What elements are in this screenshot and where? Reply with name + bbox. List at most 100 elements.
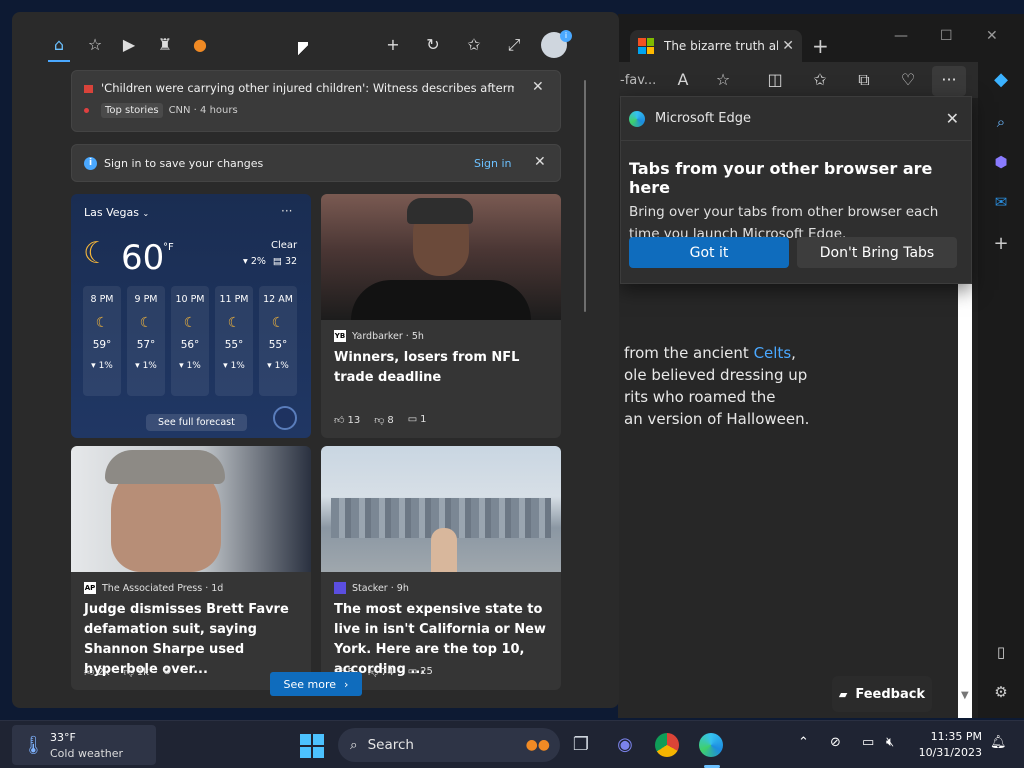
split-screen-icon[interactable]: ◫ [765,70,785,90]
dislike-button[interactable]: 👎︎ 8 [374,414,394,426]
moon-icon: ☾ [183,315,197,331]
associated-press-logo-icon: AP [84,582,96,594]
droplet-icon: ▾ [267,361,272,371]
news-card[interactable]: Stacker · 9h The most expensive state to… [321,446,561,690]
taskbar-search[interactable]: ⌕ Search ●● [338,728,560,762]
sports-icon[interactable]: ♜ [154,34,176,56]
volume-muted-icon[interactable]: 🔇︎ [886,735,894,750]
address-bar[interactable]: -fav... [618,62,978,98]
search-icon[interactable]: ⌕ [991,112,1011,132]
thumbs-down-icon: 👎︎ [367,667,378,678]
microsoft-logo-icon [638,38,654,54]
task-view-icon[interactable]: ❐ [567,731,595,759]
news-headline[interactable]: Winners, losers from NFL trade deadline [334,348,552,388]
teams-chat-icon[interactable]: ◉ [611,731,639,759]
hourly-forecast: 8 PM ☾ 59° ▾ 1% [83,286,121,396]
minimize-icon[interactable]: — [894,28,908,44]
article-line: rits who roamed the [624,388,776,406]
edge-tab[interactable]: The bizarre truth abo ✕ [630,30,802,62]
display-icon[interactable]: ▭ [862,735,874,750]
like-button[interactable]: 👍︎ 13 [334,414,360,426]
show-hidden-icons-chevron-icon[interactable]: ⌃ [798,735,809,750]
widgets-top-nav: ⌂ ☆ ▶ ♜ ● + ↻ ✩ ⤢ i [12,12,619,70]
taskbar-weather-temp: 33°F [50,731,76,744]
dislike-button[interactable]: 👎︎ 74 [368,666,394,678]
hourly-forecast: 9 PM ☾ 57° ▾ 1% [127,286,165,396]
favorite-star-icon[interactable]: ☆ [713,70,733,90]
browser-essentials-icon[interactable]: ♡ [898,70,918,90]
more-options-button[interactable]: ··· [932,66,966,96]
expand-icon[interactable]: ⤢ [503,34,525,56]
following-star-icon[interactable]: ☆ [84,34,106,56]
see-more-button[interactable]: See more › [270,672,362,696]
news-card[interactable]: YB Yardbarker · 5h Winners, losers from … [321,194,561,438]
taskbar-weather-widget[interactable]: 🌡︎ 33°F Cold weather [12,725,156,765]
notification-badge-icon: i [560,30,572,42]
droplet-icon: ▾ [135,361,140,371]
wind-icon: ▤ [272,256,282,267]
weather-humidity-wind: ▾ 2% ▤ 32 [243,256,298,267]
settings-gear-icon[interactable]: ⚙ [991,682,1011,702]
droplet-icon: ▾ [91,361,96,371]
weather-temp: 60 [121,238,165,278]
weather-map-icon[interactable] [273,406,297,430]
add-widget-icon[interactable]: + [382,34,404,56]
comment-icon: ▭ [407,666,418,677]
taskbar-clock[interactable]: 11:35 PM 10/31/2023 [900,729,982,761]
signin-link[interactable]: Sign in [474,157,512,170]
news-icon [84,84,93,93]
thermometer-icon: 🌡︎ [22,735,45,756]
got-it-button[interactable]: Got it [629,237,789,268]
close-window-icon[interactable]: ✕ [986,28,998,44]
chrome-icon[interactable] [655,733,679,757]
signin-close-icon[interactable]: ✕ [534,154,546,170]
weather-city[interactable]: Las Vegas ⌄ [84,206,149,219]
clock-time: 11:35 PM [930,730,982,743]
refresh-icon[interactable]: ↻ [422,34,444,56]
like-button[interactable]: 👍︎ 2k [84,666,110,678]
see-full-forecast-button[interactable]: See full forecast [146,414,247,431]
copilot-icon[interactable]: ◆ [991,70,1011,90]
favorites-icon[interactable]: ✩ [810,70,830,90]
video-icon[interactable]: ▶ [118,34,140,56]
celts-link[interactable]: Celts [754,344,792,362]
chevron-right-icon: › [344,677,349,691]
weather-more-icon[interactable]: ··· [281,204,292,218]
dislike-button[interactable]: 👎︎ 1k [124,666,149,678]
widgets-scrollbar[interactable] [584,80,586,312]
moon-icon: ☾ [271,315,285,331]
collections-icon[interactable]: ⧉ [854,70,874,90]
comment-button[interactable]: ▭ 25 [408,666,433,678]
dont-bring-tabs-button[interactable]: Don't Bring Tabs [797,237,957,268]
outlook-icon[interactable]: ✉ [991,192,1011,212]
comment-button[interactable]: ▭ 1 [408,414,427,426]
news-card[interactable]: AP The Associated Press · 1d Judge dismi… [71,446,311,690]
new-tab-icon[interactable]: + [812,34,829,58]
start-button-icon[interactable] [300,734,324,758]
network-icon[interactable]: ⊘ [830,735,841,750]
top-story-notification[interactable]: 'Children were carrying other injured ch… [71,70,561,132]
comment-icon: ▭ [407,414,418,425]
thumbs-down-icon: 👎︎ [374,415,385,426]
notification-source-time: CNN · 4 hours [168,105,238,116]
add-sidebar-app-icon[interactable]: + [991,234,1011,254]
tab-close-icon[interactable]: ✕ [782,38,794,54]
weather-unit: °F [163,242,174,253]
scroll-down-arrow-icon[interactable]: ▼ [961,690,969,701]
maximize-icon[interactable]: ☐ [940,28,953,44]
feedback-button[interactable]: ▰ Feedback [832,676,932,712]
read-aloud-icon[interactable]: A [673,70,693,90]
news-actions: 👍︎ 13 👎︎ 8 ▭ 1 [334,414,427,426]
edge-icon[interactable] [699,733,723,757]
notification-close-icon[interactable]: ✕ [532,79,544,95]
comments-disabled-button[interactable]: ⊘ [163,666,174,678]
popup-close-icon[interactable]: ✕ [946,109,959,128]
notification-headline: 'Children were carrying other injured ch… [84,81,514,95]
weather-card[interactable]: Las Vegas ⌄ ··· ☾ 60 °F Clear ▾ 2% ▤ 32 … [71,194,311,438]
halloween-pumpkin-icon[interactable]: ● [189,34,211,56]
home-icon[interactable]: ⌂ [48,34,70,56]
notifications-bell-icon[interactable]: 🔔︎ [990,735,1007,750]
sidebar-layout-icon[interactable]: ▯ [991,642,1011,662]
games-icon[interactable]: ⬢ [991,152,1011,172]
personalize-star-icon[interactable]: ✩ [463,34,485,56]
